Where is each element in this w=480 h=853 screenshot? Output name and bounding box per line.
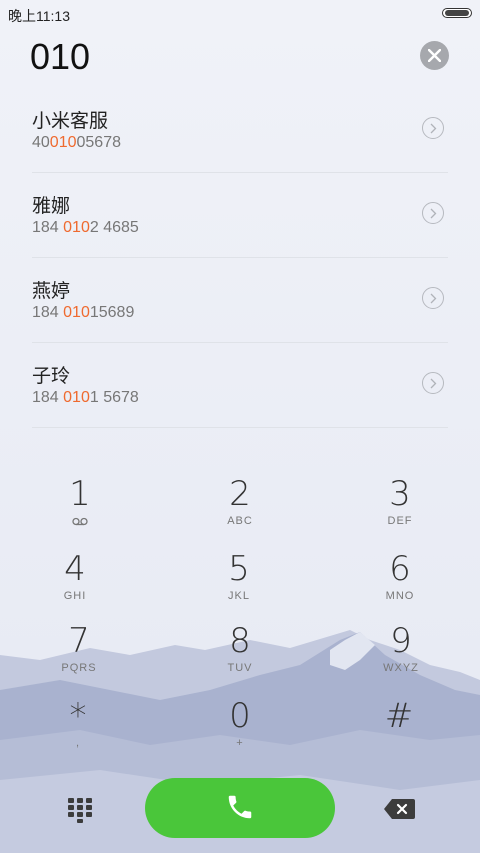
- contact-name: 燕婷: [32, 280, 71, 302]
- key-6[interactable]: 6 MNO: [340, 550, 460, 622]
- dialpad-icon[interactable]: [66, 796, 94, 824]
- key-1[interactable]: 1: [20, 475, 140, 547]
- phone-icon: [228, 795, 252, 819]
- contact-name: 小米客服: [32, 110, 109, 132]
- key-3[interactable]: 3 DEF: [340, 475, 460, 547]
- status-bar: 晚上11:13: [0, 0, 480, 28]
- backspace-icon[interactable]: [383, 798, 415, 820]
- contact-name: 雅娜: [32, 195, 71, 217]
- key-7[interactable]: 7 PQRS: [19, 622, 139, 694]
- chevron-right-icon: [430, 378, 437, 389]
- dialed-number[interactable]: 010: [30, 36, 90, 78]
- key-9[interactable]: 9 WXYZ: [341, 622, 461, 694]
- detail-button[interactable]: [422, 117, 444, 139]
- key-0[interactable]: 0 +: [180, 697, 300, 769]
- contact-number: 184 0102 4685: [32, 219, 139, 236]
- voicemail-icon: [72, 517, 88, 526]
- key-4[interactable]: 4 GHI: [15, 550, 135, 622]
- contact-result[interactable]: 子玲 184 0101 5678: [32, 343, 448, 428]
- battery-icon: [442, 8, 472, 18]
- contact-name: 子玲: [32, 365, 71, 387]
- close-icon: [428, 49, 441, 62]
- key-2[interactable]: 2 ABC: [180, 475, 300, 547]
- key-star[interactable]: * ,: [18, 697, 138, 769]
- contact-number: 184 01015689: [32, 304, 135, 321]
- contact-result[interactable]: 燕婷 184 01015689: [32, 258, 448, 343]
- key-8[interactable]: 8 TUV: [180, 622, 300, 694]
- detail-button[interactable]: [422, 287, 444, 309]
- detail-button[interactable]: [422, 372, 444, 394]
- chevron-right-icon: [430, 123, 437, 134]
- contact-results: 小米客服 4001005678 雅娜 184 0102 4685 燕婷 184 …: [0, 88, 480, 428]
- contact-result[interactable]: 雅娜 184 0102 4685: [32, 173, 448, 258]
- chevron-right-icon: [430, 208, 437, 219]
- key-hash[interactable]: #: [339, 697, 459, 769]
- detail-button[interactable]: [422, 202, 444, 224]
- key-5[interactable]: 5 JKL: [179, 550, 299, 622]
- contact-number: 4001005678: [32, 134, 121, 151]
- contact-result[interactable]: 小米客服 4001005678: [32, 88, 448, 173]
- chevron-right-icon: [430, 293, 437, 304]
- clear-button[interactable]: [420, 41, 449, 70]
- status-time: 晚上11:13: [8, 8, 70, 24]
- bottom-bar: [0, 778, 480, 842]
- call-button[interactable]: [145, 778, 335, 838]
- contact-number: 184 0101 5678: [32, 389, 139, 406]
